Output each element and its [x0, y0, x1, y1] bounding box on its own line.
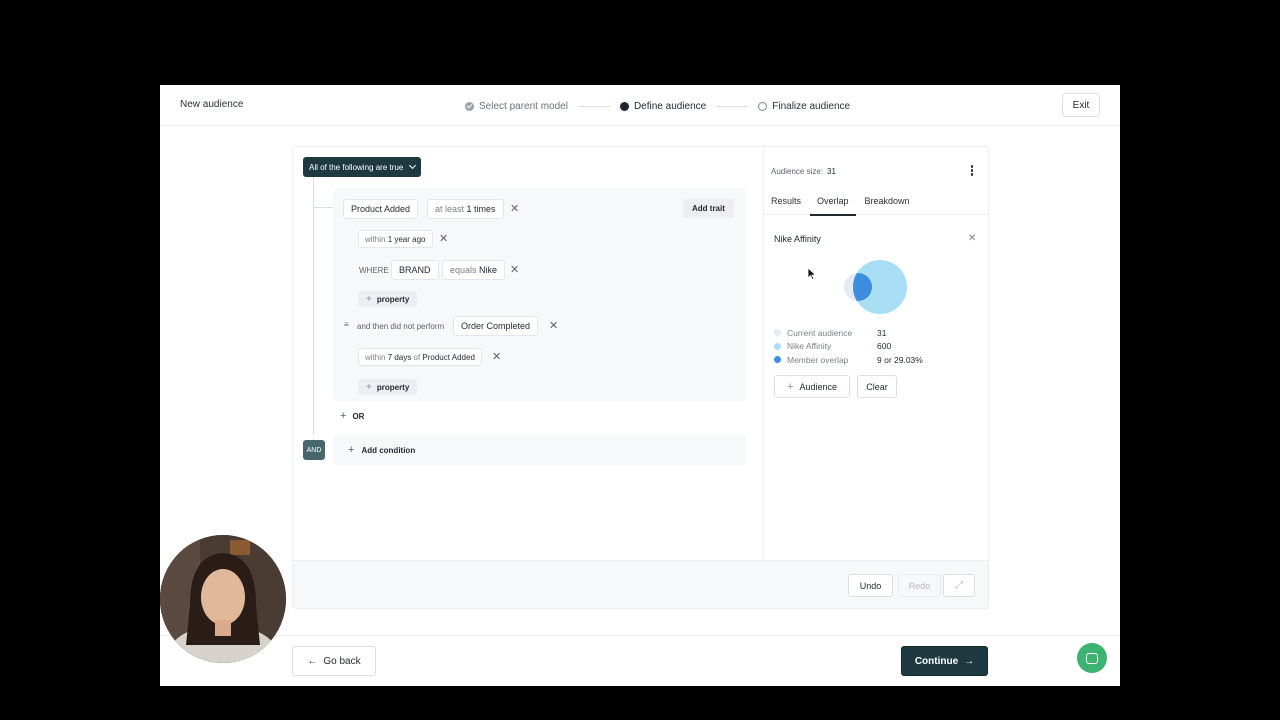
card-footer: Undo Redo ⤢ — [293, 560, 988, 608]
remove-filter-icon[interactable]: ✕ — [510, 265, 519, 276]
overlap-legend: Current audience 31 Nike Affinity 600 Me… — [774, 326, 974, 367]
tab-results[interactable]: Results — [771, 187, 801, 215]
step-define-audience[interactable]: Define audience — [619, 101, 706, 112]
frequency-select[interactable]: at least 1 times — [427, 199, 504, 219]
page-title: New audience — [180, 99, 244, 110]
plus-icon: + — [340, 410, 347, 422]
panel-tabs: Results Overlap Breakdown — [764, 187, 988, 216]
tree-connector — [313, 177, 314, 435]
and-badge: AND — [303, 440, 325, 460]
then-label: and then did not perform — [357, 322, 445, 331]
remove-time-window-icon[interactable]: ✕ — [439, 234, 448, 245]
header-bar: New audience Select parent model Define … — [160, 85, 1120, 126]
go-back-button[interactable]: ← Go back — [292, 646, 376, 676]
insights-panel: Audience size: 31 Results Overlap Breakdo… — [764, 147, 988, 560]
empty-circle-icon — [758, 101, 768, 111]
tab-breakdown[interactable]: Breakdown — [865, 187, 910, 215]
filter-icon: ≡ — [344, 320, 349, 329]
where-property-select[interactable]: BRAND — [391, 260, 439, 280]
step-separator — [716, 105, 749, 107]
remove-frequency-icon[interactable]: ✕ — [510, 204, 519, 215]
event-condition-block: Product Added at least 1 times ✕ Add tra… — [333, 189, 746, 401]
arrow-right-icon: → — [964, 655, 975, 667]
chat-icon — [1086, 652, 1098, 664]
plus-icon: + — [348, 444, 355, 456]
plus-icon: + — [366, 381, 372, 393]
event-select[interactable]: Product Added — [343, 199, 419, 219]
legend-row-nike: Nike Affinity 600 — [774, 340, 974, 354]
then-event-select[interactable]: Order Completed — [453, 316, 539, 336]
venn-diagram — [844, 260, 907, 314]
continue-button[interactable]: Continue → — [901, 646, 988, 676]
plus-icon: + — [366, 293, 372, 305]
add-property-button[interactable]: + property — [358, 291, 418, 307]
where-operator-select[interactable]: equals Nike — [442, 260, 506, 280]
remove-then-event-icon[interactable]: ✕ — [549, 321, 558, 332]
active-step-icon — [619, 101, 629, 111]
condition-builder: All of the following are true Product Ad… — [293, 147, 763, 560]
remove-then-window-icon[interactable]: ✕ — [492, 352, 501, 363]
step-separator — [577, 105, 610, 107]
add-audience-button[interactable]: + Audience — [774, 375, 850, 398]
redo-button[interactable]: Redo — [898, 574, 941, 597]
step-finalize-audience[interactable]: Finalize audience — [758, 101, 850, 112]
legend-dot — [774, 329, 781, 337]
expand-icon[interactable]: ⤢ — [943, 574, 975, 597]
add-trait-button[interactable]: Add trait — [683, 199, 734, 218]
mouse-cursor-icon — [808, 268, 816, 280]
audience-builder-card: All of the following are true Product Ad… — [292, 146, 989, 609]
close-icon[interactable]: ✕ — [968, 233, 976, 244]
check-circle-icon — [465, 101, 474, 111]
overlap-title: Nike Affinity — [774, 234, 821, 244]
app-window: New audience Select parent model Define … — [160, 85, 1120, 686]
add-condition-button[interactable]: + Add condition — [333, 435, 746, 465]
exit-button[interactable]: Exit — [1062, 93, 1100, 117]
legend-dot — [774, 342, 781, 350]
legend-row-current: Current audience 31 — [774, 326, 974, 340]
chat-launcher-button[interactable] — [1077, 643, 1107, 673]
undo-button[interactable]: Undo — [848, 574, 893, 597]
arrow-left-icon: ← — [307, 655, 318, 667]
add-then-property-button[interactable]: + property — [358, 379, 418, 395]
tree-connector — [313, 207, 333, 208]
plus-icon: + — [787, 380, 794, 393]
step-select-parent-model[interactable]: Select parent model — [465, 101, 568, 112]
legend-row-overlap: Member overlap 9 or 29.03% — [774, 353, 974, 367]
webcam-overlay — [160, 535, 286, 663]
add-or-button[interactable]: + OR — [340, 410, 364, 422]
where-label: WHERE — [359, 266, 389, 275]
presenter-video — [160, 535, 286, 663]
time-window-select[interactable]: within 1 year ago — [358, 230, 433, 248]
then-time-window-select[interactable]: within 7 days of Product Added — [358, 348, 482, 366]
more-options-icon[interactable] — [970, 165, 974, 177]
legend-dot — [774, 356, 781, 364]
audience-size: Audience size: 31 — [771, 167, 836, 176]
condition-mode-dropdown[interactable]: All of the following are true — [303, 157, 422, 177]
tab-overlap[interactable]: Overlap — [810, 187, 855, 216]
clear-button[interactable]: Clear — [857, 375, 897, 398]
bottom-bar: ← Go back Continue → — [160, 635, 1120, 686]
stepper: Select parent model Define audience Fina… — [465, 99, 850, 113]
chevron-down-icon — [409, 161, 417, 170]
